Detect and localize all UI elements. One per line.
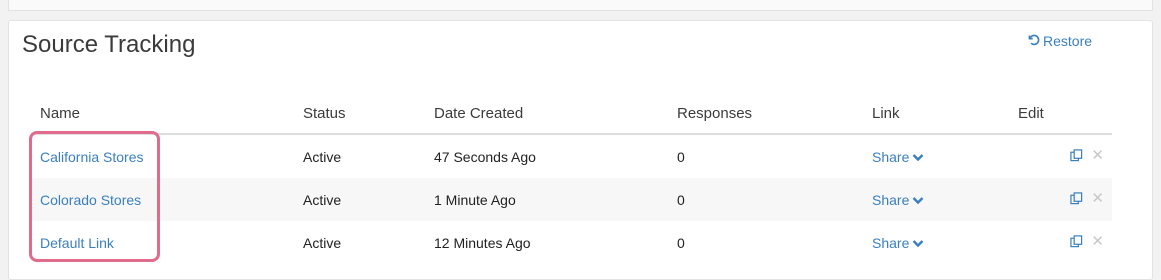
top-panel-edge xyxy=(8,0,1153,11)
table-row: Default Link Active 12 Minutes Ago 0 Sha… xyxy=(31,221,1112,264)
share-dropdown[interactable]: Share xyxy=(872,235,924,251)
share-label: Share xyxy=(872,191,910,208)
restore-button[interactable]: Restore xyxy=(1027,33,1092,49)
column-header-edit: Edit xyxy=(1009,93,1112,135)
status-cell: Active xyxy=(303,234,342,251)
column-header-name: Name xyxy=(31,93,294,135)
close-icon[interactable]: ✕ xyxy=(1091,148,1104,163)
page-title: Source Tracking xyxy=(22,31,196,58)
chevron-down-icon xyxy=(912,192,924,208)
table-header-row: Name Status Date Created Responses Link … xyxy=(31,93,1112,135)
close-icon[interactable]: ✕ xyxy=(1091,234,1104,249)
column-header-date-created: Date Created xyxy=(425,93,668,135)
table-row: Colorado Stores Active 1 Minute Ago 0 Sh… xyxy=(31,178,1112,221)
copy-icon[interactable] xyxy=(1070,192,1083,205)
chevron-down-icon xyxy=(912,235,924,251)
column-header-link: Link xyxy=(863,93,1009,135)
share-dropdown[interactable]: Share xyxy=(872,192,924,208)
table-row: California Stores Active 47 Seconds Ago … xyxy=(31,134,1112,178)
column-header-responses: Responses xyxy=(668,93,863,135)
date-created-cell: 12 Minutes Ago xyxy=(434,234,531,251)
date-created-cell: 1 Minute Ago xyxy=(425,178,668,221)
share-label: Share xyxy=(872,148,910,165)
source-name-link[interactable]: Default Link xyxy=(40,235,114,251)
column-header-status: Status xyxy=(294,93,425,135)
share-label: Share xyxy=(872,234,910,251)
responses-cell: 0 xyxy=(668,178,863,221)
share-dropdown[interactable]: Share xyxy=(872,149,924,165)
chevron-down-icon xyxy=(912,149,924,165)
date-created-cell: 47 Seconds Ago xyxy=(434,148,536,165)
copy-icon[interactable] xyxy=(1070,235,1083,248)
status-cell: Active xyxy=(294,178,425,221)
status-cell: Active xyxy=(303,148,342,165)
close-icon[interactable]: ✕ xyxy=(1091,191,1104,206)
source-tracking-table: Name Status Date Created Responses Link … xyxy=(31,93,1112,264)
undo-icon xyxy=(1027,33,1040,49)
restore-label: Restore xyxy=(1043,33,1093,49)
source-name-link[interactable]: California Stores xyxy=(40,149,144,165)
source-name-link[interactable]: Colorado Stores xyxy=(40,192,141,208)
responses-cell: 0 xyxy=(677,148,685,165)
copy-icon[interactable] xyxy=(1070,149,1083,162)
responses-cell: 0 xyxy=(677,234,685,251)
